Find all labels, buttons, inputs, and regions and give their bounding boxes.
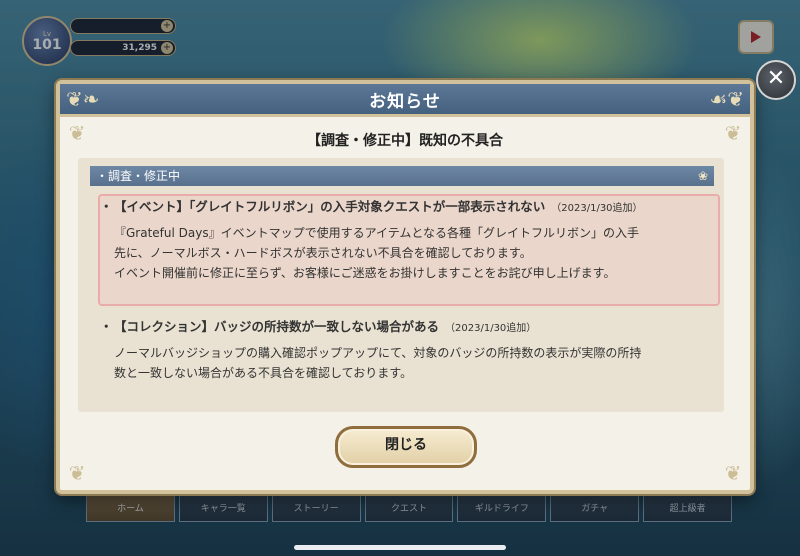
corner-ornament-icon: ❦ — [68, 461, 86, 485]
bullet: ・ — [100, 319, 113, 334]
dialog-title: お知らせ — [369, 91, 441, 112]
body-line: 数と一致しない場合がある不具合を確認しております。 — [114, 366, 413, 380]
scroll-ornament-icon: ❦❧ — [66, 87, 100, 111]
notice-content[interactable]: ・調査・修正中 ❀ ・【イベント】「グレイトフルリボン」の入手対象クエストが一部… — [78, 158, 724, 412]
scroll-ornament-icon: ☙❦ — [709, 87, 744, 111]
notice-item: ・【イベント】「グレイトフルリボン」の入手対象クエストが一部表示されない （202… — [100, 196, 710, 283]
notice-item-title: ・【イベント】「グレイトフルリボン」の入手対象クエストが一部表示されない （202… — [100, 196, 710, 215]
notice-item-body: ノーマルバッジショップの購入確認ポップアップにて、対象のバッジの所持数の表示が実… — [100, 343, 710, 383]
notice-heading: 【調査・修正中】既知の不具合 — [307, 133, 503, 149]
close-button[interactable]: 閉じる — [335, 426, 477, 468]
body-line: 『Grateful Days』イベントマップで使用するアイテムとなる各種「グレイ… — [114, 226, 640, 240]
home-indicator[interactable] — [294, 545, 506, 550]
body-line: ノーマルバッジショップの購入確認ポップアップにて、対象のバッジの所持数の表示が実… — [114, 346, 642, 360]
swirl-icon: ❀ — [697, 169, 708, 183]
notice-item-body: 『Grateful Days』イベントマップで使用するアイテムとなる各種「グレイ… — [100, 223, 710, 283]
item-title-text: 【コレクション】バッジの所持数が一致しない場合がある — [114, 319, 440, 334]
body-line: イベント開催前に修正に至らず、お客様にご迷惑をお掛けしますことをお詫び申し上げま… — [114, 266, 616, 280]
notice-item-title: ・【コレクション】バッジの所持数が一致しない場合がある （2023/1/30追加） — [100, 316, 710, 335]
notice-item: ・【コレクション】バッジの所持数が一致しない場合がある （2023/1/30追加）… — [100, 316, 710, 383]
body-line: 先に、ノーマルボス・ハードボスが表示されない不具合を確認しております。 — [114, 246, 532, 260]
section-label: ・調査・修正中 — [96, 169, 181, 183]
corner-ornament-icon: ❦ — [724, 461, 742, 485]
section-header: ・調査・修正中 ❀ — [90, 166, 714, 186]
notice-dialog: ❦❧ お知らせ ☙❦ ❦ ❦ ❦ ❦ 【調査・修正中】既知の不具合 ・調査・修正… — [56, 80, 754, 494]
item-title-text: 【イベント】「グレイトフルリボン」の入手対象クエストが一部表示されない — [114, 199, 546, 214]
item-date: （2023/1/30追加） — [551, 203, 643, 214]
close-icon[interactable]: ✕ — [756, 60, 796, 100]
dialog-header: ❦❧ お知らせ ☙❦ — [60, 84, 750, 117]
bullet: ・ — [100, 199, 113, 214]
item-date: （2023/1/30追加） — [445, 323, 537, 334]
